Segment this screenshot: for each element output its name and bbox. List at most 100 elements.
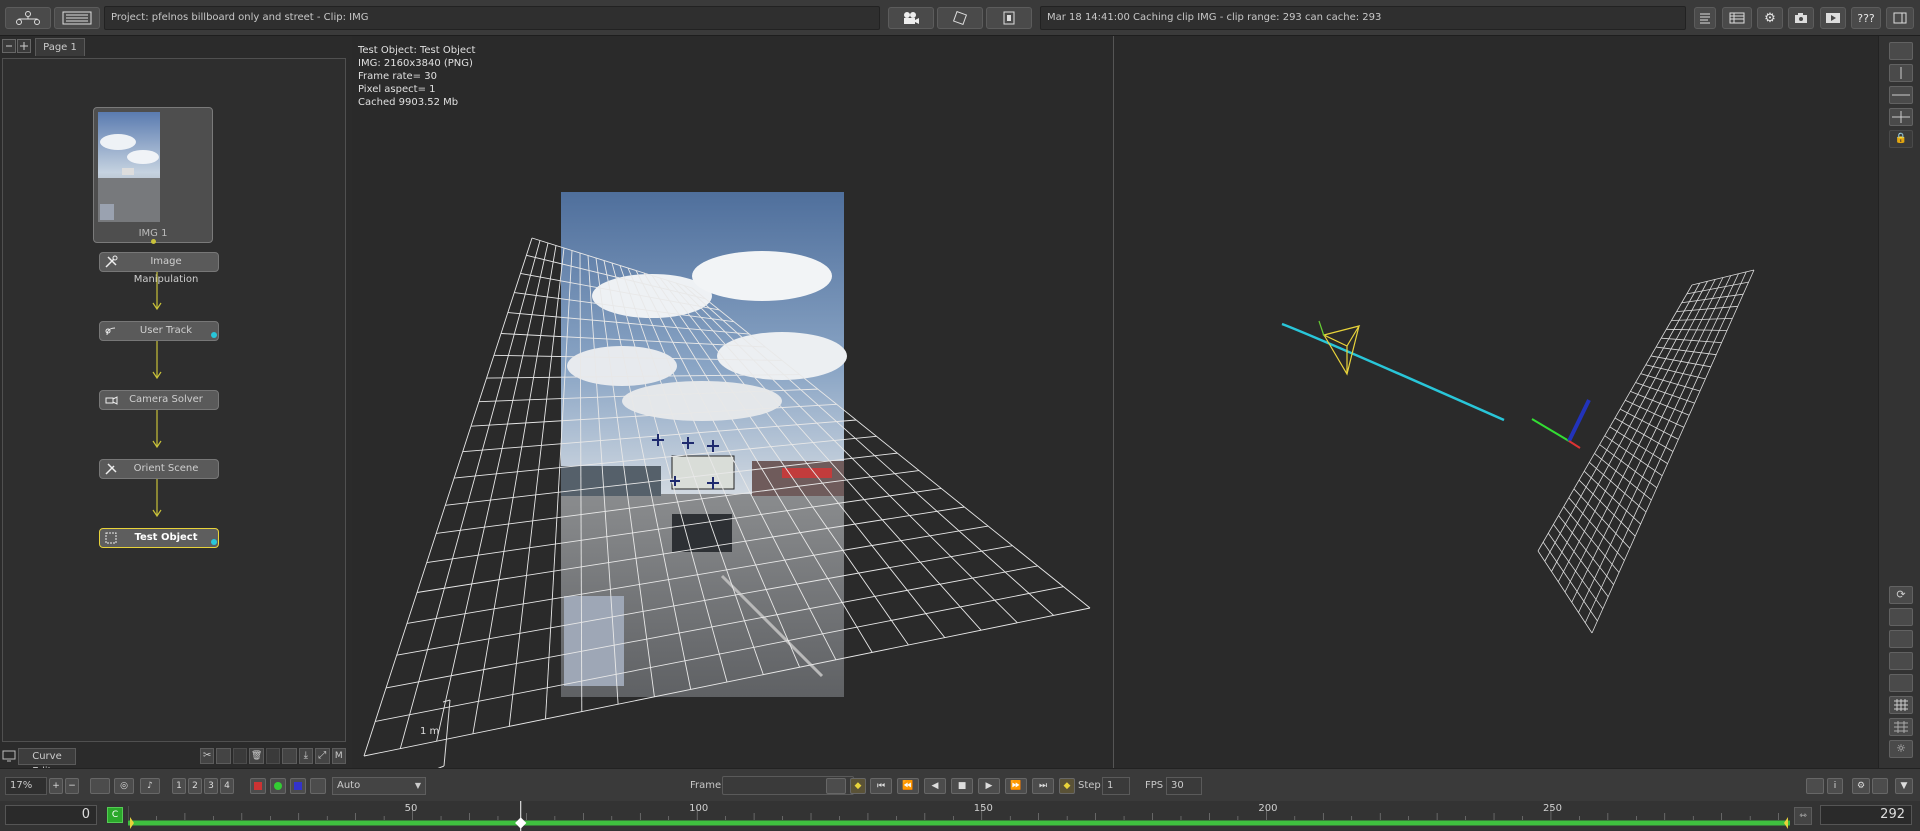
- render-button[interactable]: [1820, 7, 1846, 29]
- rotate-button[interactable]: [937, 7, 983, 29]
- node-graph-canvas[interactable]: IMG 1 Image Manipulation User Track Came…: [2, 58, 346, 742]
- add-page-button[interactable]: [17, 39, 31, 53]
- brightness-button[interactable]: ☼: [1889, 740, 1913, 758]
- node-image-manipulation[interactable]: Image Manipulation: [99, 252, 219, 285]
- scene-3d-viewport[interactable]: [1114, 36, 1878, 768]
- curve-editor-button[interactable]: Curve Editor: [18, 748, 76, 777]
- zoom-in-button[interactable]: +: [49, 778, 63, 794]
- prefs-button[interactable]: ⚙: [1852, 778, 1870, 794]
- layers-button[interactable]: [1889, 608, 1913, 626]
- bell-icon: ♪: [147, 781, 153, 791]
- stop-button[interactable]: ■: [951, 778, 973, 794]
- output-port[interactable]: [151, 239, 156, 244]
- range-button[interactable]: ⇿: [1794, 807, 1812, 825]
- node-test-object[interactable]: Test Object: [99, 528, 219, 548]
- zoom-out-button[interactable]: −: [65, 778, 79, 794]
- link-icon[interactable]: [265, 748, 281, 764]
- tab-page-1[interactable]: Page 1: [35, 38, 85, 56]
- key-icon: ◆: [854, 781, 862, 791]
- collapse-button[interactable]: [2, 39, 16, 53]
- download-icon[interactable]: ⤓: [298, 748, 314, 764]
- timeline-track[interactable]: 50 100 150 200 250: [128, 801, 1792, 831]
- zoom-field[interactable]: 17%: [5, 777, 47, 795]
- export-button[interactable]: [986, 7, 1032, 29]
- fit-icon[interactable]: ⤢: [315, 748, 330, 764]
- step-forward-button[interactable]: ⏩: [1005, 778, 1027, 794]
- first-frame-button[interactable]: ⏮: [870, 778, 892, 794]
- end-frame-field[interactable]: 292: [1820, 805, 1912, 825]
- fit-view-button[interactable]: [90, 778, 110, 794]
- sun-icon: ☼: [1896, 742, 1906, 755]
- viewer-area[interactable]: Test Object: Test Object IMG: 2160x3840 …: [352, 36, 1878, 768]
- step-back-button[interactable]: ⏪: [897, 778, 919, 794]
- view-mode-1-button[interactable]: [1889, 630, 1913, 648]
- camera-viewport[interactable]: 1 m: [352, 36, 1112, 768]
- help-button[interactable]: ???: [1851, 7, 1881, 29]
- grid-settings-button[interactable]: [1889, 718, 1913, 736]
- loop-button[interactable]: [826, 778, 846, 794]
- camera-icon: [1795, 13, 1807, 23]
- green-channel-button[interactable]: [270, 778, 286, 794]
- snapshot-button[interactable]: [1788, 7, 1814, 29]
- camera-button[interactable]: [888, 7, 934, 29]
- view-mode-2-button[interactable]: [1889, 652, 1913, 670]
- start-frame-field[interactable]: 0: [5, 805, 97, 825]
- quad-view-button[interactable]: [1889, 108, 1913, 126]
- eye-button[interactable]: ◎: [114, 778, 134, 794]
- window-button[interactable]: [1806, 778, 1824, 794]
- paste-icon[interactable]: [232, 748, 248, 764]
- step-input[interactable]: 1: [1102, 777, 1130, 795]
- split-vertical-button[interactable]: [1889, 64, 1913, 82]
- play-backward-button[interactable]: ◀: [924, 778, 946, 794]
- test-object-plane: [1537, 269, 1755, 634]
- layout-button[interactable]: [1886, 7, 1914, 29]
- mode-select[interactable]: Auto ▼: [332, 777, 426, 795]
- table-button[interactable]: [1722, 7, 1752, 29]
- last-frame-button[interactable]: ⏭: [1032, 778, 1054, 794]
- key-badge[interactable]: C: [107, 807, 123, 823]
- timeline-tick-label: 50: [405, 803, 418, 814]
- settings-button[interactable]: ⚙: [1757, 7, 1783, 29]
- blue-channel-button[interactable]: [290, 778, 306, 794]
- list-view-button[interactable]: [54, 7, 100, 29]
- play-icon: [1826, 13, 1840, 23]
- play-forward-button[interactable]: ▶: [978, 778, 1000, 794]
- alpha-channel-button[interactable]: [310, 778, 326, 794]
- layer-1-button[interactable]: 1: [172, 778, 186, 794]
- minus-icon: [6, 45, 12, 47]
- log-button[interactable]: [1694, 7, 1716, 29]
- grid-view-button[interactable]: [1889, 696, 1913, 714]
- merge-icon[interactable]: [282, 748, 297, 764]
- macro-icon[interactable]: M: [331, 748, 346, 764]
- prev-key-button[interactable]: ◆: [850, 778, 866, 794]
- lock-button[interactable]: 🔒: [1889, 130, 1913, 148]
- layer-2-button[interactable]: 2: [188, 778, 202, 794]
- node-user-track[interactable]: User Track: [99, 321, 219, 341]
- copy-icon[interactable]: [216, 748, 231, 764]
- p-button[interactable]: [1872, 778, 1888, 794]
- sync-button[interactable]: ⟳: [1889, 586, 1913, 604]
- step-label: Step: [1078, 780, 1101, 791]
- node-camera-solver[interactable]: Camera Solver: [99, 390, 219, 410]
- bell-button[interactable]: ♪: [140, 778, 160, 794]
- playhead-marker: [515, 817, 527, 829]
- viewport-divider[interactable]: [1113, 36, 1114, 768]
- trash-icon[interactable]: 🗑: [249, 748, 264, 764]
- node-img-1[interactable]: IMG 1: [93, 107, 213, 244]
- monitor-icon[interactable]: [2, 749, 16, 763]
- node-graph-view-button[interactable]: [5, 7, 51, 29]
- layer-4-button[interactable]: 4: [220, 778, 234, 794]
- right-toolbar: 🔒 ⟳ ☼: [1878, 36, 1920, 768]
- split-horizontal-button[interactable]: [1889, 86, 1913, 104]
- fps-input[interactable]: 30: [1166, 777, 1202, 795]
- single-view-button[interactable]: [1889, 42, 1913, 60]
- next-key-button[interactable]: ◆: [1059, 778, 1075, 794]
- layer-3-button[interactable]: 3: [204, 778, 218, 794]
- red-channel-button[interactable]: [250, 778, 266, 794]
- menu-down-button[interactable]: ▼: [1895, 778, 1913, 794]
- cut-icon[interactable]: ✂: [200, 748, 215, 764]
- rotate-icon: [952, 11, 968, 25]
- view-mode-3-button[interactable]: [1889, 674, 1913, 692]
- node-orient-scene[interactable]: Orient Scene: [99, 459, 219, 479]
- info-button[interactable]: i: [1827, 778, 1843, 794]
